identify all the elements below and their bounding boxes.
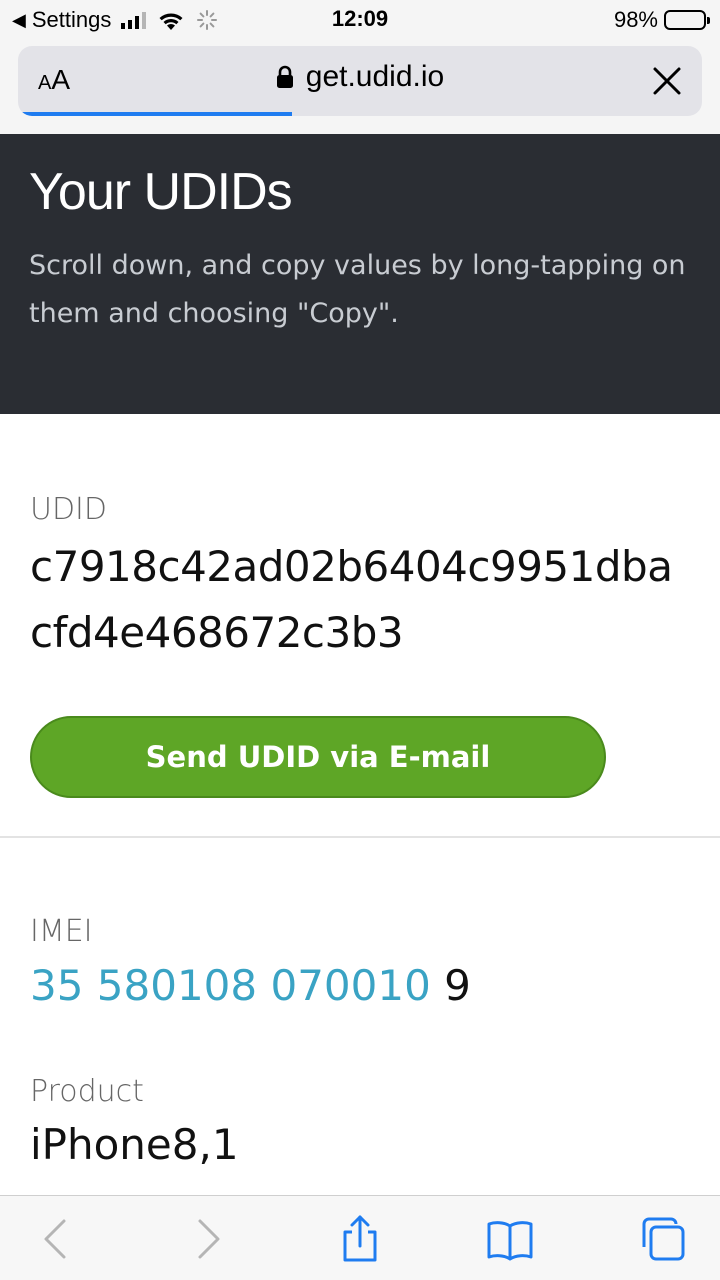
back-icon[interactable]	[32, 1214, 82, 1264]
bookmarks-icon[interactable]	[485, 1214, 535, 1264]
battery-icon	[664, 10, 710, 30]
address-bar[interactable]: A A get.udid.io	[18, 46, 702, 116]
product-label: Product	[30, 1074, 144, 1109]
share-icon[interactable]	[335, 1214, 385, 1264]
imei-value[interactable]: 35 580108 070010 9	[30, 958, 471, 1014]
forward-icon[interactable]	[182, 1214, 232, 1264]
section-divider	[0, 836, 720, 838]
browser-toolbar	[0, 1195, 720, 1280]
tabs-icon[interactable]	[638, 1214, 688, 1264]
udid-label: UDID	[30, 492, 108, 527]
page-title: Your UDIDs	[29, 163, 293, 221]
browser-chrome: A A get.udid.io	[0, 40, 720, 134]
battery-status: 98%	[613, 6, 710, 34]
url-text: get.udid.io	[305, 60, 445, 93]
imei-check-digit: 9	[430, 961, 471, 1010]
status-time: 12:09	[331, 6, 389, 31]
lock-icon	[276, 65, 293, 88]
status-bar: ◀ Settings 12:09 98%	[0, 0, 720, 40]
udid-value[interactable]: c7918c42ad02b6404c9951dbacfd4e468672c3b3	[30, 534, 690, 666]
imei-label: IMEI	[30, 914, 93, 949]
page-instructions: Scroll down, and copy values by long-tap…	[29, 250, 686, 329]
imei-phone-link[interactable]: 35 580108 070010	[30, 961, 431, 1010]
page-hero: Your UDIDs Scroll down, and copy values …	[0, 134, 720, 414]
page-load-progress	[18, 112, 292, 116]
product-value[interactable]: iPhone8,1	[30, 1117, 239, 1173]
battery-percent: 98%	[613, 7, 658, 32]
url-display[interactable]: get.udid.io	[18, 60, 702, 94]
close-icon[interactable]	[652, 66, 682, 96]
send-udid-email-button[interactable]: Send UDID via E-mail	[30, 716, 606, 798]
